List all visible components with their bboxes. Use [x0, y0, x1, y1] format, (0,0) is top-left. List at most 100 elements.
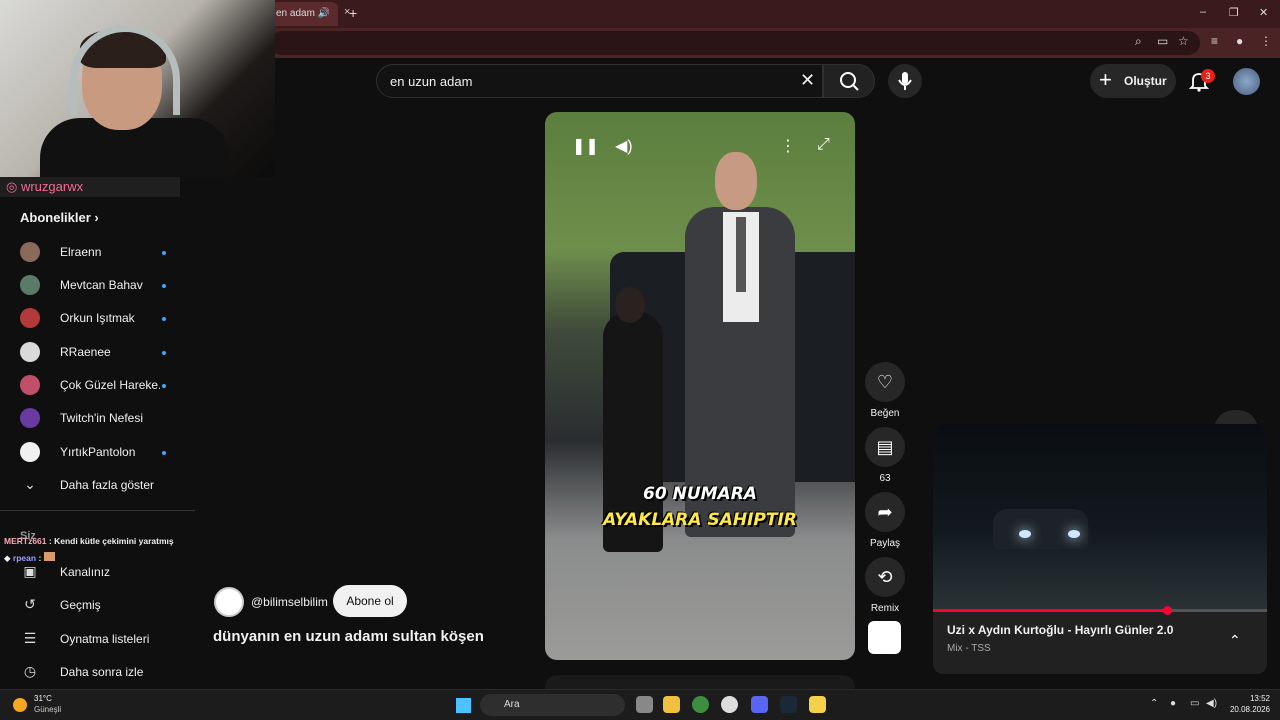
subscriptions-title[interactable]: Abonelikler › [20, 210, 99, 225]
sidebar-item-playlists[interactable]: ☰ Oynatma listeleri [0, 625, 190, 655]
miniplayer-video[interactable] [933, 424, 1267, 609]
sidebar-item-orkun[interactable]: Orkun Işıtmak [0, 304, 190, 334]
miniplayer[interactable]: Uzi x Aydın Kurtoğlu - Hayırlı Günler 2.… [933, 424, 1267, 674]
new-content-dot [162, 351, 166, 355]
new-content-dot [162, 251, 166, 255]
maximize-button[interactable]: ❐ [1229, 6, 1239, 19]
microphone-icon [898, 72, 912, 90]
clear-search-icon[interactable]: ✕ [800, 70, 815, 91]
miniplayer-title[interactable]: Uzi x Aydın Kurtoğlu - Hayırlı Günler 2.… [947, 623, 1173, 637]
browser-menu-icon[interactable]: ⋮ [1260, 34, 1272, 48]
sidebar-item-your-channel[interactable]: ▣ Kanalınız [0, 558, 190, 588]
like-button[interactable]: ♡ Beğen [865, 362, 905, 419]
app-icon[interactable] [809, 696, 826, 713]
close-window-button[interactable]: ✕ [1259, 6, 1268, 19]
share-button[interactable]: ➦ Paylaş [865, 492, 905, 549]
url-field[interactable] [270, 31, 1200, 55]
remix-button[interactable]: ⟲ Remix [865, 557, 905, 614]
miniplayer-progress-bar[interactable] [933, 609, 1267, 612]
sidebar-item-twitchin-nefesi[interactable]: Twitch'in Nefesi [0, 404, 190, 434]
sidebar-item-elraenn[interactable]: Elraenn [0, 238, 190, 268]
zoom-icon[interactable]: ⌕ [1135, 34, 1142, 49]
clock-icon: ◷ [23, 663, 37, 679]
create-label: Oluştur [1124, 74, 1167, 88]
channel-handle[interactable]: @bilimselbilim [251, 595, 328, 609]
taskbar-search-placeholder: Ara [504, 699, 520, 710]
miniplayer-subtitle: Mix - TSS [947, 643, 991, 654]
discord-icon[interactable] [751, 696, 768, 713]
video-man-head [715, 152, 757, 210]
file-explorer-icon[interactable] [663, 696, 680, 713]
short-video-player[interactable]: 60 NUMARA AYAKLARA SAHIPTIR ❚❚ ◀) ⋮ ⤢ [545, 112, 855, 660]
user-avatar[interactable] [1233, 68, 1260, 95]
next-short-preview[interactable] [545, 675, 855, 689]
subscribe-button[interactable]: Abone ol [333, 585, 407, 617]
sidebar-item-rraenee[interactable]: RRaenee [0, 338, 190, 368]
new-content-dot [162, 317, 166, 321]
profile-icon[interactable]: ● [1236, 34, 1243, 48]
taskbar-date[interactable]: 20.08.2026 [1222, 705, 1270, 714]
sidebar-item-cok-guzel[interactable]: Çok Güzel Hareke... [0, 371, 190, 401]
mic-tray-icon[interactable]: ● [1170, 698, 1176, 709]
show-more-label: Daha fazla göster [60, 478, 155, 492]
obs-icon[interactable] [721, 696, 738, 713]
avatar [20, 242, 40, 262]
avatar [20, 342, 40, 362]
miniplayer-headlight [1068, 530, 1080, 538]
minimize-button[interactable]: – [1200, 6, 1206, 18]
comments-button[interactable]: ▤ 63 [865, 427, 905, 484]
miniplayer-scrubber[interactable] [1162, 606, 1172, 615]
search-button[interactable] [823, 64, 875, 98]
channel-avatar[interactable] [214, 587, 244, 617]
network-icon[interactable]: ▭ [1190, 698, 1199, 709]
chat-line: MERTz661 : Kendi kütle çekimini yaratmış [4, 536, 174, 546]
avatar [20, 308, 40, 328]
new-tab-button[interactable]: + [349, 5, 357, 21]
caption-line-1: 60 NUMARA [643, 484, 757, 504]
pause-icon[interactable]: ❚❚ [572, 136, 599, 156]
sidebar-item-watch-later[interactable]: ◷ Daha sonra izle [0, 658, 190, 688]
sidebar-item-yirtikpantolon[interactable]: YırtıkPantolon [0, 438, 190, 468]
taskbar-search[interactable]: Ara [480, 694, 625, 716]
tray-chevron-icon[interactable]: ⌃ [1150, 698, 1158, 709]
browser-tab[interactable]: en adam 🔊 [268, 2, 338, 26]
comments-count: 63 [879, 473, 891, 484]
sidebar-item-mevtcan[interactable]: Mevtcan Bahav [0, 271, 190, 301]
chrome-icon[interactable] [692, 696, 709, 713]
sidebar-item-history[interactable]: ↺ Geçmiş [0, 591, 190, 621]
notification-badge: 3 [1201, 69, 1215, 83]
taskbar-time[interactable]: 13:52 [1230, 694, 1270, 703]
playlist-icon: ☰ [23, 630, 37, 646]
steam-icon[interactable] [780, 696, 797, 713]
media-control-icon[interactable]: ≡ [1211, 34, 1218, 48]
speaker-icon[interactable]: ◀) [1206, 698, 1217, 709]
instagram-handle-text: wruzgarwx [20, 179, 84, 194]
chevron-down-icon: ⌄ [24, 476, 36, 492]
sidebar-item-label: Twitch'in Nefesi [60, 411, 143, 425]
video-tie [736, 217, 746, 292]
fullscreen-icon[interactable]: ⤢ [817, 136, 830, 154]
windows-start-icon[interactable] [456, 698, 471, 713]
remix-label: Remix [870, 603, 900, 614]
volume-icon[interactable]: ◀) [615, 136, 633, 156]
sidebar-item-label: Oynatma listeleri [60, 632, 150, 646]
video-girl-head [615, 287, 645, 323]
chevron-up-icon[interactable]: ⌃ [1229, 632, 1241, 649]
task-view-icon[interactable] [636, 696, 653, 713]
more-options-icon[interactable]: ⋮ [780, 136, 796, 156]
sidebar-divider [0, 510, 195, 511]
channel-logo-thumb[interactable] [868, 621, 901, 654]
short-title: dünyanın en uzun adamı sultan köşen [213, 628, 484, 645]
sun-icon[interactable] [13, 698, 27, 712]
chat-user: MERTz661 [4, 536, 47, 546]
avatar [20, 375, 40, 395]
show-more-button[interactable]: ⌄ Daha fazla göster [0, 471, 190, 501]
like-label: Beğen [870, 408, 900, 419]
comment-icon: ▤ [865, 427, 905, 467]
cast-icon[interactable]: ▭ [1157, 34, 1168, 48]
search-input[interactable]: en uzun adam [376, 64, 823, 98]
bookmark-star-icon[interactable]: ☆ [1178, 34, 1189, 48]
new-content-dot [162, 384, 166, 388]
tab-title: en adam [276, 8, 315, 19]
voice-search-button[interactable] [888, 64, 922, 98]
